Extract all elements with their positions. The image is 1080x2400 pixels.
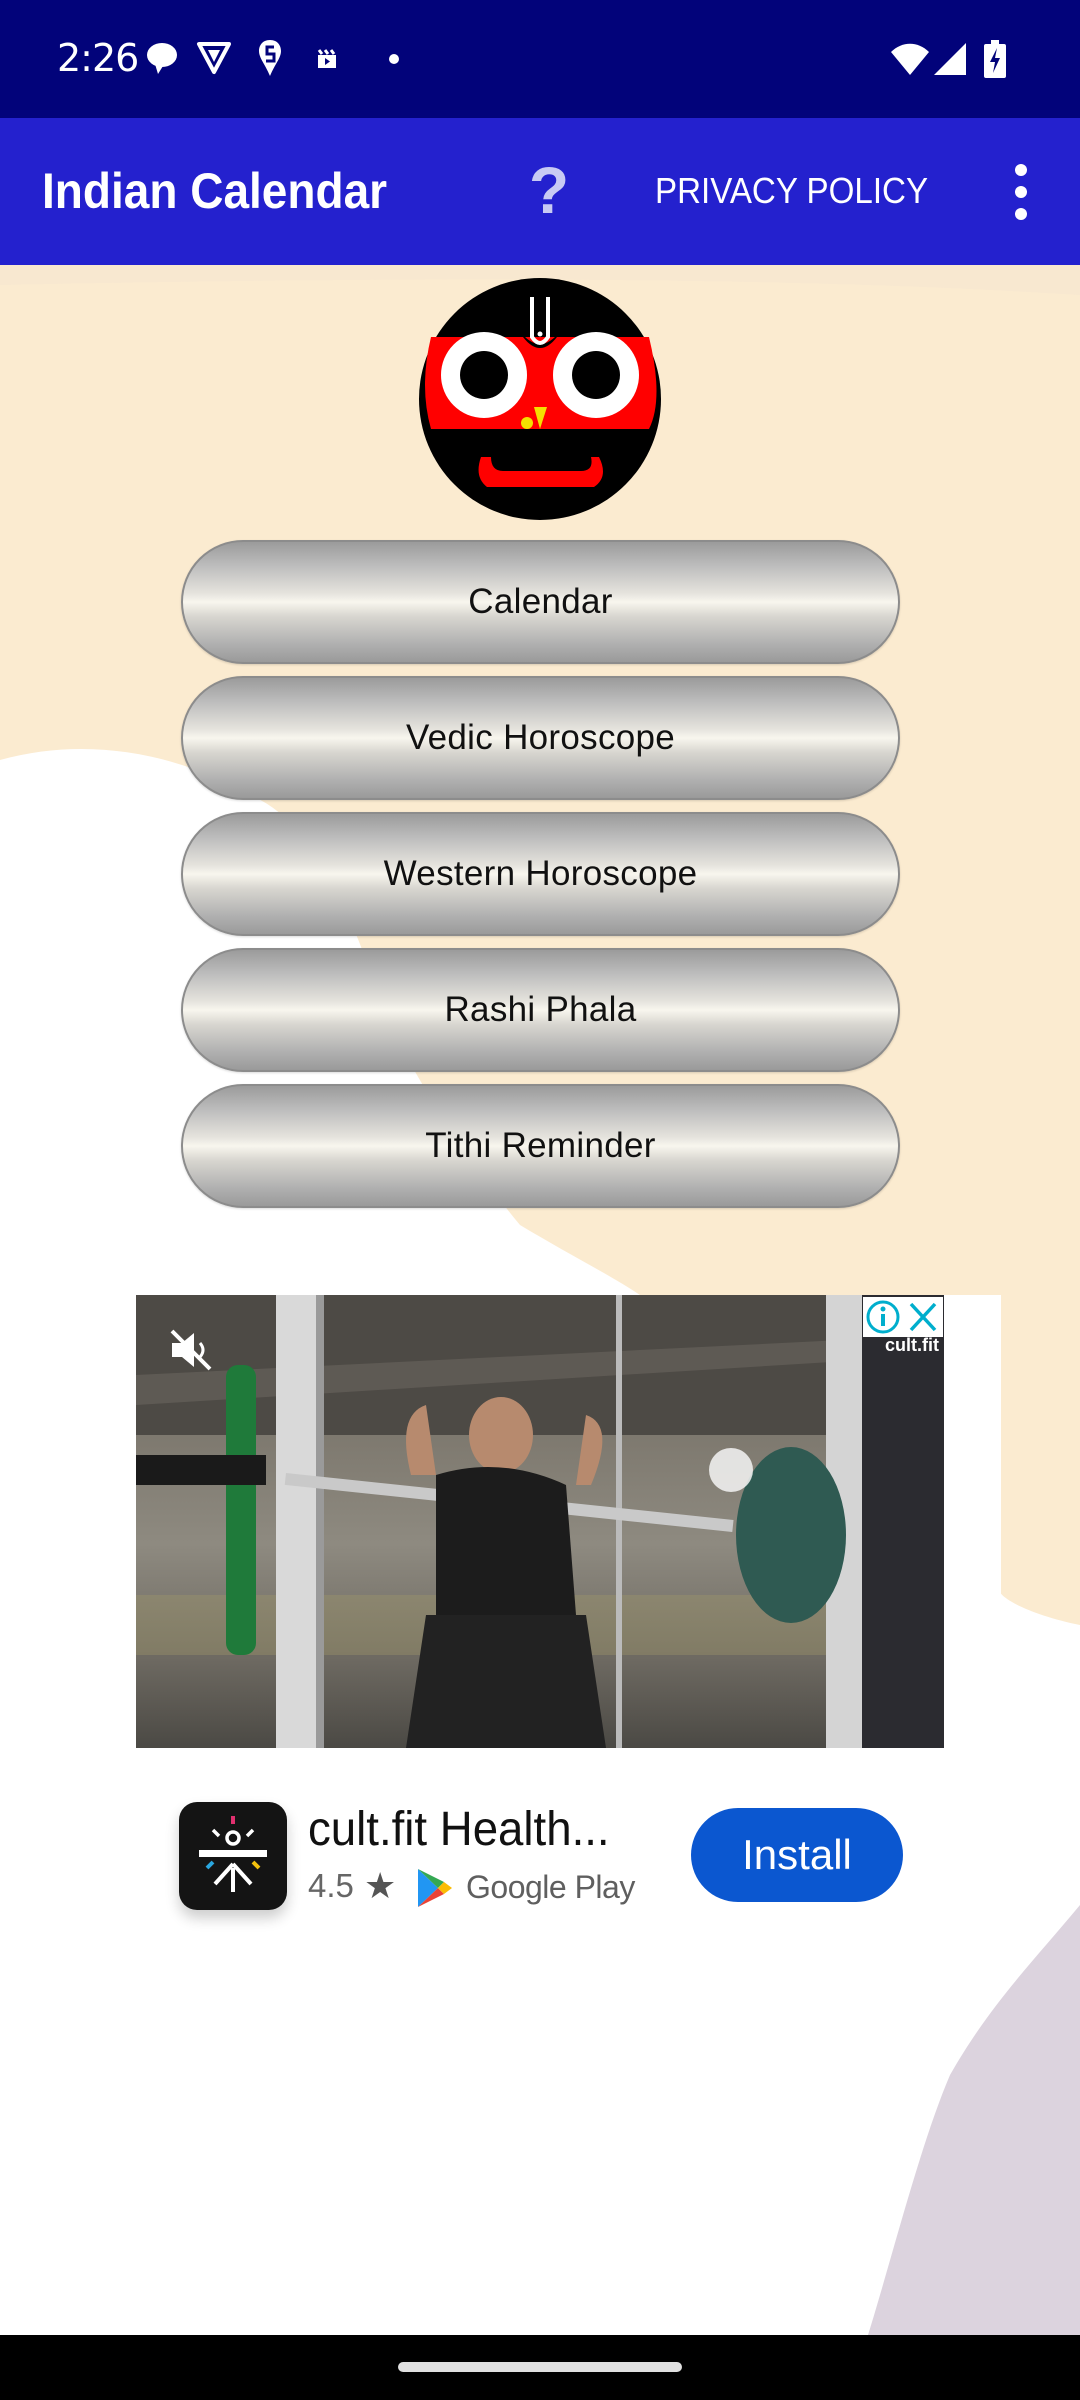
video-clapper-icon xyxy=(317,49,336,68)
star-icon: ★ xyxy=(364,1865,397,1906)
close-icon xyxy=(909,1302,937,1332)
vedic-horoscope-button-label: Vedic Horoscope xyxy=(405,718,676,757)
navigation-bar xyxy=(0,2335,1080,2400)
ad-banner: cult.fit cult.fit Health... 4.5 ★ Google… xyxy=(136,1295,1001,1995)
rashi-phala-button[interactable]: Rashi Phala xyxy=(181,948,900,1072)
status-bar: 2:26 xyxy=(0,0,1080,118)
calendar-button[interactable]: Calendar xyxy=(181,540,900,664)
privacy-policy-button[interactable]: PRIVACY POLICY xyxy=(655,170,928,212)
install-button[interactable]: Install xyxy=(691,1808,903,1902)
ad-rating: 4.5 xyxy=(308,1867,354,1904)
main-content: Calendar Vedic Horoscope Western Horosco… xyxy=(0,265,1080,2335)
more-vert-icon-dot xyxy=(1015,186,1027,198)
vedic-horoscope-button[interactable]: Vedic Horoscope xyxy=(181,676,900,800)
home-gesture-handle[interactable] xyxy=(398,2362,682,2372)
ad-video-frame xyxy=(136,1295,944,1748)
cellular-signal-icon xyxy=(934,43,966,75)
install-button-label: Install xyxy=(742,1831,852,1878)
rashi-phala-button-label: Rashi Phala xyxy=(444,990,637,1029)
status-time: 2:26 xyxy=(57,36,139,80)
western-horoscope-button-label: Western Horoscope xyxy=(383,854,698,893)
jagannath-face-logo xyxy=(419,278,661,520)
swiggy-icon xyxy=(259,40,281,76)
cultfit-logo-icon xyxy=(199,1816,267,1892)
battery-charging-icon xyxy=(984,40,1006,78)
more-vert-icon-dot xyxy=(1015,208,1027,220)
western-horoscope-button[interactable]: Western Horoscope xyxy=(181,812,900,936)
calendar-button-label: Calendar xyxy=(468,582,613,621)
more-vert-icon xyxy=(1015,164,1027,176)
android-triangle-icon xyxy=(197,42,231,74)
app-bar: Indian Calendar ? PRIVACY POLICY xyxy=(0,118,1080,265)
google-play-label: Google Play xyxy=(466,1869,635,1905)
adchoices-info-icon xyxy=(866,1300,900,1334)
tithi-reminder-button-label: Tithi Reminder xyxy=(425,1126,656,1165)
app-title: Indian Calendar xyxy=(42,163,388,219)
dot-icon xyxy=(389,54,399,64)
ad-app-icon[interactable] xyxy=(179,1802,287,1910)
messages-icon xyxy=(147,43,177,74)
ad-video[interactable]: cult.fit xyxy=(136,1295,944,1748)
volume-muted-icon[interactable] xyxy=(166,1325,216,1375)
tithi-reminder-button[interactable]: Tithi Reminder xyxy=(181,1084,900,1208)
adchoices-controls[interactable] xyxy=(863,1297,943,1337)
ad-app-name[interactable]: cult.fit Health... xyxy=(308,1802,610,1857)
more-options-button[interactable] xyxy=(1006,164,1038,220)
help-button[interactable]: ? xyxy=(525,154,573,226)
ad-brand-watermark: cult.fit xyxy=(885,1335,939,1355)
help-icon: ? xyxy=(528,153,570,227)
adchoices-icons xyxy=(866,1300,937,1334)
wifi-icon xyxy=(891,43,929,75)
google-play-icon xyxy=(418,1869,452,1907)
